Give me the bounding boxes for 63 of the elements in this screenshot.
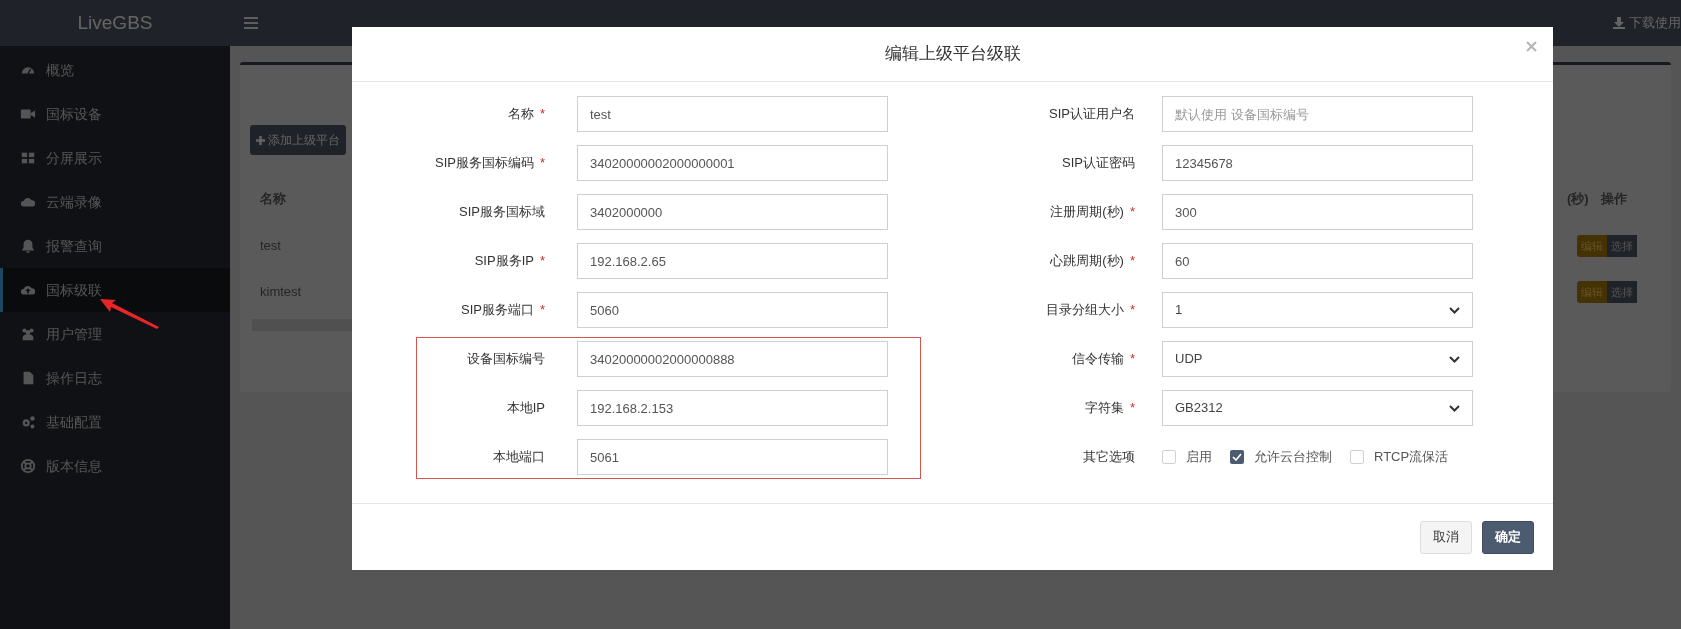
- chevron-down-icon: [1449, 306, 1460, 314]
- field-label: 名称: [507, 105, 534, 124]
- gears-icon: [20, 414, 36, 430]
- grid-icon: [20, 150, 36, 166]
- chevron-down-icon: [1449, 404, 1460, 412]
- app-logo: LiveGBS: [77, 10, 153, 35]
- input-field[interactable]: 默认使用 设备国标编号: [1162, 96, 1473, 132]
- select-field[interactable]: UDP: [1162, 341, 1473, 377]
- option-checkbox[interactable]: RTCP流保活: [1350, 447, 1449, 467]
- input-field[interactable]: 192.168.2.65: [577, 243, 888, 279]
- input-field[interactable]: 12345678: [1162, 145, 1473, 181]
- users-icon: [20, 326, 36, 342]
- required-mark: *: [539, 105, 545, 124]
- chevron-down-icon: [1449, 355, 1460, 363]
- checkbox[interactable]: [1350, 450, 1364, 464]
- dialog-title: 编辑上级平台级联: [884, 43, 1021, 66]
- field-label: 字符集: [1084, 399, 1124, 418]
- menu-icon[interactable]: [244, 17, 258, 29]
- input-field[interactable]: 192.168.2.153: [577, 390, 888, 426]
- field-label: 其它选项: [1083, 448, 1135, 467]
- field-label: SIP认证用户名: [1049, 105, 1135, 124]
- plus-icon: [256, 135, 265, 145]
- option-checkbox[interactable]: 启用: [1162, 447, 1212, 467]
- select-field[interactable]: GB2312: [1162, 390, 1473, 426]
- bell-icon: [20, 238, 36, 254]
- checkbox[interactable]: [1230, 450, 1244, 464]
- arrow-annotation: [100, 297, 160, 329]
- required-mark: *: [539, 252, 545, 271]
- checkbox[interactable]: [1162, 450, 1176, 464]
- field-label: 设备国标编号: [467, 350, 545, 369]
- required-mark: *: [1129, 301, 1135, 320]
- input-field[interactable]: test: [577, 96, 888, 132]
- input-field[interactable]: 34020000002000000888: [577, 341, 888, 377]
- required-mark: *: [539, 301, 545, 320]
- field-label: SIP服务端口: [460, 301, 534, 320]
- close-icon[interactable]: [1526, 41, 1537, 52]
- required-mark: *: [1129, 399, 1135, 418]
- input-field[interactable]: 34020000002000000001: [577, 145, 888, 181]
- confirm-button[interactable]: 确定: [1482, 520, 1534, 554]
- cancel-button[interactable]: 取消: [1420, 520, 1472, 554]
- required-mark: *: [1129, 252, 1135, 271]
- input-field[interactable]: 5060: [577, 292, 888, 328]
- input-field[interactable]: 5061: [577, 439, 888, 475]
- field-label: SIP服务国标域: [459, 203, 545, 222]
- life-ring-icon: [20, 458, 36, 474]
- field-label: 注册周期(秒): [1050, 203, 1124, 222]
- input-field[interactable]: 3402000000: [577, 194, 888, 230]
- field-label: 本地端口: [493, 448, 545, 467]
- field-label: 心跳周期(秒): [1050, 252, 1124, 271]
- field-label: SIP服务国标编码: [434, 154, 534, 173]
- required-mark: *: [1129, 203, 1135, 222]
- input-field[interactable]: 300: [1162, 194, 1473, 230]
- field-label: 目录分组大小: [1045, 301, 1124, 320]
- download-icon: [1613, 17, 1625, 29]
- field-label: SIP认证密码: [1062, 154, 1135, 173]
- field-label: 本地IP: [506, 399, 545, 418]
- select-field[interactable]: 1: [1162, 292, 1473, 328]
- field-label: 信令传输: [1071, 350, 1124, 369]
- required-mark: *: [539, 154, 545, 173]
- option-checkbox[interactable]: 允许云台控制: [1230, 447, 1332, 467]
- required-mark: *: [1129, 350, 1135, 369]
- field-label: SIP服务IP: [474, 252, 534, 271]
- input-field[interactable]: 60: [1162, 243, 1473, 279]
